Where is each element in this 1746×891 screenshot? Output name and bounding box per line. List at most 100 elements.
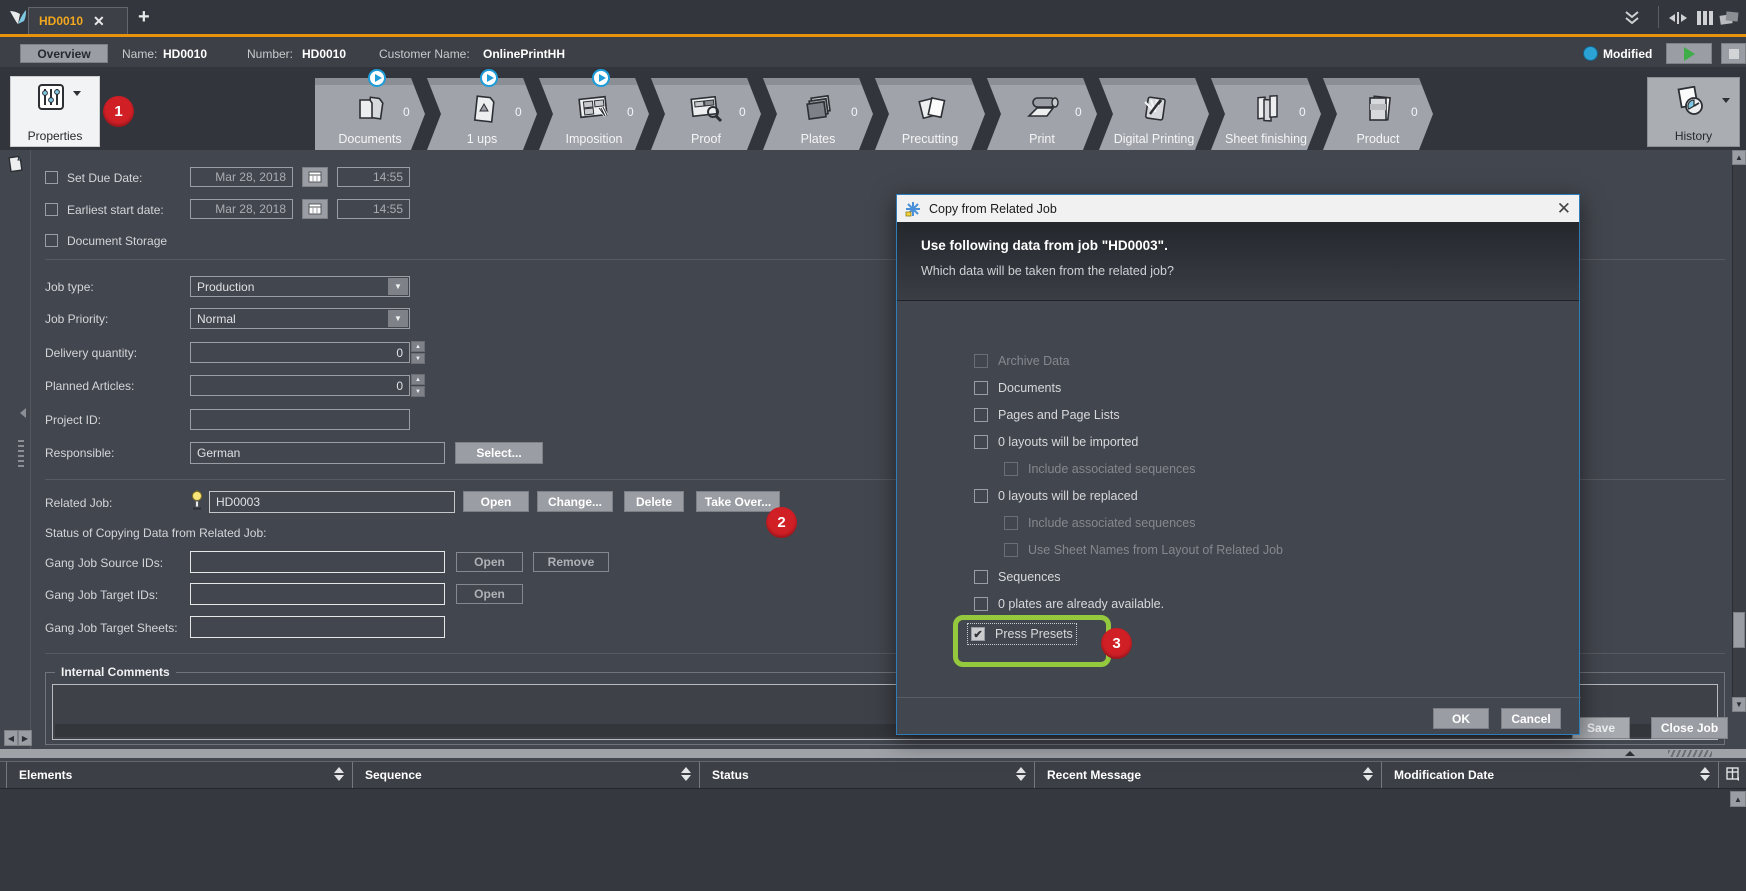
earliest-start-date-field[interactable]: Mar 28, 2018 [190, 199, 293, 219]
earliest-start-checkbox[interactable] [45, 203, 58, 216]
scroll-down-icon[interactable]: ▼ [1732, 697, 1746, 712]
checkbox-pages-and-page-lists[interactable]: Pages and Page Lists [974, 408, 1120, 422]
documents-play-badge-icon[interactable] [368, 69, 386, 87]
due-date-field[interactable]: Mar 28, 2018 [190, 167, 293, 187]
chevron-down-icon[interactable]: ▼ [388, 310, 408, 327]
sort-icon[interactable] [1700, 767, 1710, 781]
earliest-start-calendar-button[interactable] [302, 199, 328, 219]
overview-button[interactable]: Overview [20, 44, 108, 63]
scroll-up-icon[interactable]: ▲ [1732, 150, 1746, 165]
step-1ups[interactable]: 0 1 ups [427, 78, 537, 150]
table-scroll-up-icon[interactable]: ▲ [1730, 791, 1746, 807]
document-storage-checkbox[interactable] [45, 234, 58, 247]
dialog-close-icon[interactable]: ✕ [1557, 199, 1571, 219]
job-type-dropdown[interactable]: Production▼ [190, 276, 410, 297]
dialog-title-bar[interactable]: Copy from Related Job ✕ [897, 195, 1579, 222]
gang-target-sheets-field[interactable] [190, 616, 445, 638]
splitter-arrow-icon[interactable] [1625, 751, 1635, 756]
chevron-down-icon[interactable]: ▼ [388, 278, 408, 295]
history-dropdown-icon[interactable] [1722, 98, 1730, 103]
start-processing-button[interactable] [1666, 43, 1712, 64]
close-job-button[interactable]: Close Job [1651, 717, 1728, 739]
column-header-modification-date[interactable]: Modification Date [1382, 762, 1719, 788]
checkbox-layouts-replaced[interactable]: 0 layouts will be replaced [974, 489, 1138, 503]
checkbox-icon[interactable] [974, 570, 988, 584]
gang-target-ids-field[interactable] [190, 583, 445, 605]
related-job-field[interactable]: HD0003 [209, 491, 455, 513]
step-proof[interactable]: 0 Proof [651, 78, 761, 150]
app-logo-icon[interactable] [8, 8, 28, 28]
step-digital-printing[interactable]: Digital Printing [1099, 78, 1209, 150]
properties-button[interactable]: Properties [10, 76, 100, 147]
checkbox-documents[interactable]: Documents [974, 381, 1061, 395]
due-time-field[interactable]: 14:55 [337, 167, 410, 187]
job-priority-dropdown[interactable]: Normal▼ [190, 308, 410, 329]
ok-button[interactable]: OK [1433, 708, 1489, 729]
pane-left-arrow-icon[interactable]: ◀ [4, 730, 18, 746]
checkbox-plates-available[interactable]: 0 plates are already available. [974, 597, 1164, 611]
checkbox-icon[interactable] [974, 408, 988, 422]
step-imposition[interactable]: 0 Imposition [539, 78, 649, 150]
gang-target-open-button[interactable]: Open [456, 584, 523, 604]
panel-collapse-arrow-icon[interactable] [20, 408, 26, 418]
responsible-select-button[interactable]: Select... [455, 442, 543, 464]
sort-icon[interactable] [1016, 767, 1026, 781]
step-plates[interactable]: 0 Plates [763, 78, 873, 150]
checkbox-layouts-imported[interactable]: 0 layouts will be imported [974, 435, 1138, 449]
tab-close-icon[interactable]: ✕ [93, 13, 105, 30]
step-documents[interactable]: 0 Documents [315, 78, 425, 150]
sort-icon[interactable] [1363, 767, 1373, 781]
pane-right-arrow-icon[interactable]: ▶ [18, 730, 32, 746]
table-settings-icon[interactable] [1726, 767, 1742, 783]
step-print[interactable]: 0 Print [987, 78, 1097, 150]
columns-view-icon[interactable] [1696, 9, 1714, 27]
gang-source-field[interactable] [190, 551, 445, 573]
stop-processing-button[interactable] [1721, 43, 1746, 64]
save-button[interactable]: Save [1572, 717, 1630, 739]
cancel-button[interactable]: Cancel [1501, 708, 1561, 729]
earliest-start-time-field[interactable]: 14:55 [337, 199, 410, 219]
checkbox-icon[interactable] [974, 597, 988, 611]
checkbox-sequences[interactable]: Sequences [974, 570, 1061, 584]
related-job-open-button[interactable]: Open [463, 491, 529, 512]
sort-icon[interactable] [334, 767, 344, 781]
main-scrollbar-thumb[interactable] [1733, 612, 1745, 648]
step-precutting[interactable]: Precutting [875, 78, 985, 150]
column-header-sequence[interactable]: Sequence [353, 762, 700, 788]
tab-hd0010[interactable]: HD0010 ✕ [28, 7, 128, 34]
splitter-grip[interactable] [1668, 750, 1712, 757]
step-sheet-finishing[interactable]: 0 Sheet finishing [1211, 78, 1321, 150]
related-job-take-over-button[interactable]: Take Over... [696, 491, 780, 512]
due-date-calendar-button[interactable] [302, 167, 328, 187]
elements-table-body[interactable] [0, 789, 1746, 891]
related-job-delete-button[interactable]: Delete [624, 491, 684, 512]
horizontal-splitter[interactable] [0, 749, 1746, 758]
panel-splitter-grip[interactable] [18, 440, 24, 470]
checkbox-icon[interactable] [974, 489, 988, 503]
gang-source-remove-button[interactable]: Remove [533, 552, 609, 572]
checkbox-icon[interactable] [974, 381, 988, 395]
windows-stack-icon[interactable] [1718, 9, 1740, 27]
delivery-quantity-field[interactable]: 0 [190, 342, 410, 363]
responsible-field[interactable]: German [190, 442, 445, 464]
history-button[interactable]: History [1647, 77, 1740, 147]
column-header-recent-message[interactable]: Recent Message [1035, 762, 1382, 788]
properties-dropdown-icon[interactable] [73, 91, 81, 96]
collapse-panels-icon[interactable] [1668, 10, 1688, 26]
set-due-date-checkbox[interactable] [45, 171, 58, 184]
gang-source-open-button[interactable]: Open [456, 552, 523, 572]
step-product[interactable]: 0 Product [1323, 78, 1433, 150]
oneups-play-badge-icon[interactable] [480, 69, 498, 87]
new-tab-button[interactable]: + [138, 6, 150, 29]
column-header-elements[interactable]: Elements [6, 762, 353, 788]
planned-articles-stepper[interactable]: ▲▼ [411, 374, 425, 397]
notes-panel-icon[interactable] [7, 155, 23, 173]
column-header-status[interactable]: Status [700, 762, 1035, 788]
planned-articles-field[interactable]: 0 [190, 375, 410, 396]
sort-icon[interactable] [681, 767, 691, 781]
checkbox-icon[interactable] [974, 435, 988, 449]
project-id-field[interactable] [190, 409, 410, 430]
chevron-double-down-icon[interactable] [1620, 10, 1644, 26]
delivery-quantity-stepper[interactable]: ▲▼ [411, 341, 425, 364]
imposition-play-badge-icon[interactable] [592, 69, 610, 87]
